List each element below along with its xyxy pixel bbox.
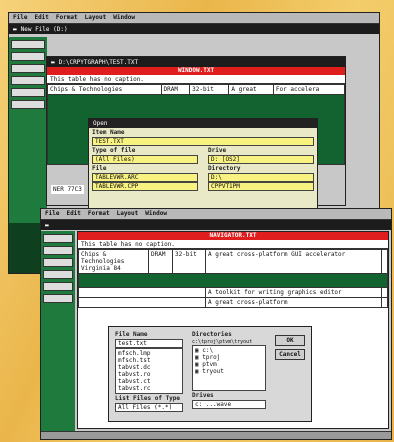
dir-item[interactable]: ▣ ptvm <box>195 361 263 368</box>
menu-layout[interactable]: Layout <box>85 14 107 22</box>
dir-item[interactable]: ▣ tryout <box>195 368 263 375</box>
drive-select[interactable]: c: ...wave <box>192 400 266 409</box>
system-menu-icon[interactable]: ▬ <box>51 59 55 66</box>
file-item[interactable]: tabvst.ro <box>118 371 180 378</box>
file-dialog[interactable]: File Name test.txt mfsch.lmp mfsch.tst t… <box>108 326 312 422</box>
open-dialog[interactable]: Open Item Name TEST.TXT Type of file (Al… <box>88 118 318 218</box>
side-cell <box>11 64 45 73</box>
table-cell[interactable]: DRAM <box>147 249 174 274</box>
side-column-front <box>41 231 75 431</box>
system-menu-icon[interactable]: ▬ <box>13 26 17 33</box>
window-title: D:\CRPYTGRAPH\TEST.TXT <box>58 58 139 66</box>
data-table-front: Chips & Technologies Virginia 84 DRAM 32… <box>78 249 389 308</box>
table-cell[interactable]: For accelera <box>272 84 345 95</box>
type-label: List Files of Type <box>115 395 181 402</box>
table-cell[interactable] <box>380 249 389 274</box>
type-field[interactable]: (All Files) <box>92 155 198 164</box>
type-select[interactable]: All Files (*.*) <box>115 403 183 412</box>
red-header-bar: NAVIGATOR.TXT <box>78 232 388 240</box>
side-cell <box>43 270 73 279</box>
ok-button[interactable]: OK <box>275 335 305 346</box>
table-caption: This table has no caption. <box>78 240 388 249</box>
type-label: Type of file <box>92 147 136 154</box>
table-cell[interactable]: 32-bit <box>172 249 206 274</box>
status-bar <box>41 431 391 439</box>
file-item[interactable]: tabvst.ct <box>118 378 180 385</box>
table-left-fragment: NER 77C3 <box>51 185 84 194</box>
side-cell <box>43 246 73 255</box>
side-cell <box>11 40 45 49</box>
dir-item[interactable]: D:\ <box>208 173 314 182</box>
side-cell <box>43 234 73 243</box>
dir-item[interactable]: ▣ c:\ <box>195 347 263 354</box>
name-field[interactable]: TEST.TXT <box>92 137 314 146</box>
side-cell <box>11 76 45 85</box>
dirs-label: Directory <box>208 165 241 172</box>
menubar-back: File Edit Format Layout Window <box>9 13 379 24</box>
table-cell[interactable] <box>380 297 389 308</box>
menu-window[interactable]: Window <box>113 14 135 22</box>
menu-edit[interactable]: Edit <box>66 210 80 218</box>
dir-listbox[interactable]: ▣ c:\ ▣ tproj ▣ ptvm ▣ tryout <box>192 345 266 391</box>
table-cell[interactable]: 32-bit <box>189 84 230 95</box>
table-cell[interactable]: A great cross-platform GUI accelerator <box>205 249 382 274</box>
table-cell[interactable]: A great cross-platform <box>205 297 382 308</box>
table-cell[interactable] <box>78 297 206 308</box>
menu-file[interactable]: File <box>45 210 59 218</box>
drive-label: Drives <box>192 392 214 399</box>
file-item[interactable]: mfsch.tst <box>118 357 180 364</box>
name-label: Item Name <box>92 129 125 136</box>
window-title: New File (D:) <box>20 25 68 33</box>
side-cell <box>11 100 45 109</box>
file-list-group: File Name test.txt mfsch.lmp mfsch.tst t… <box>112 330 186 412</box>
side-cell <box>11 52 45 61</box>
red-header-bar: WINDOW.TXT <box>47 67 345 75</box>
table-cell[interactable]: A toolkit for writing graphics editor <box>205 287 382 298</box>
file-item[interactable]: mfsch.lmp <box>118 350 180 357</box>
file-name-input[interactable]: test.txt <box>115 339 183 348</box>
cancel-button[interactable]: Cancel <box>275 349 305 360</box>
side-cell <box>43 258 73 267</box>
dirs-label: Directories <box>192 331 232 338</box>
titlebar-back[interactable]: ▬ New File (D:) <box>9 24 379 34</box>
drive-label: Drive <box>208 147 227 154</box>
file-listbox[interactable]: mfsch.lmp mfsch.tst tabvst.dc tabvst.ro … <box>115 348 183 394</box>
table-cell[interactable] <box>380 287 389 298</box>
menu-edit[interactable]: Edit <box>34 14 48 22</box>
menu-window[interactable]: Window <box>145 210 167 218</box>
menu-format[interactable]: Format <box>56 14 78 22</box>
file-item[interactable]: tabvst.dc <box>118 364 180 371</box>
file-name-label: File Name <box>115 331 148 338</box>
file-item[interactable]: TABLEVWR.CPP <box>92 182 198 191</box>
dir-list-group: Directories c:\tproj\ptvm\tryout ▣ c:\ ▣… <box>189 330 269 409</box>
menu-format[interactable]: Format <box>88 210 110 218</box>
table-row-green <box>78 273 388 288</box>
side-cell <box>43 282 73 291</box>
titlebar-front[interactable]: ▬ <box>41 220 391 230</box>
titlebar-middle[interactable]: ▬ D:\CRPYTGRAPH\TEST.TXT <box>47 57 345 67</box>
menu-file[interactable]: File <box>13 14 27 22</box>
table-cell[interactable]: A great <box>228 84 274 95</box>
table-cell[interactable]: Chips & Technologies Virginia 84 <box>78 249 149 274</box>
dir-item[interactable]: ▣ tproj <box>195 354 263 361</box>
menu-layout[interactable]: Layout <box>117 210 139 218</box>
drive-field[interactable]: D: [OS2] <box>208 155 314 164</box>
table-cell[interactable] <box>78 287 206 298</box>
side-cell <box>43 294 73 303</box>
table-cell[interactable]: DRAM <box>160 84 191 95</box>
dialog-title: Open <box>89 119 317 128</box>
system-menu-icon[interactable]: ▬ <box>45 222 49 229</box>
dir-item[interactable]: CPPVT1PM <box>208 182 314 191</box>
side-cell <box>11 88 45 97</box>
table-caption: This table has no caption. <box>47 75 345 84</box>
files-label: File <box>92 165 107 172</box>
file-item[interactable]: TABLEVWR.ARC <box>92 173 198 182</box>
menubar-front: File Edit Format Layout Window <box>41 209 391 220</box>
file-item[interactable]: tabvst.rc <box>118 385 180 392</box>
table-cell[interactable]: Chips & Technologies <box>47 84 162 95</box>
